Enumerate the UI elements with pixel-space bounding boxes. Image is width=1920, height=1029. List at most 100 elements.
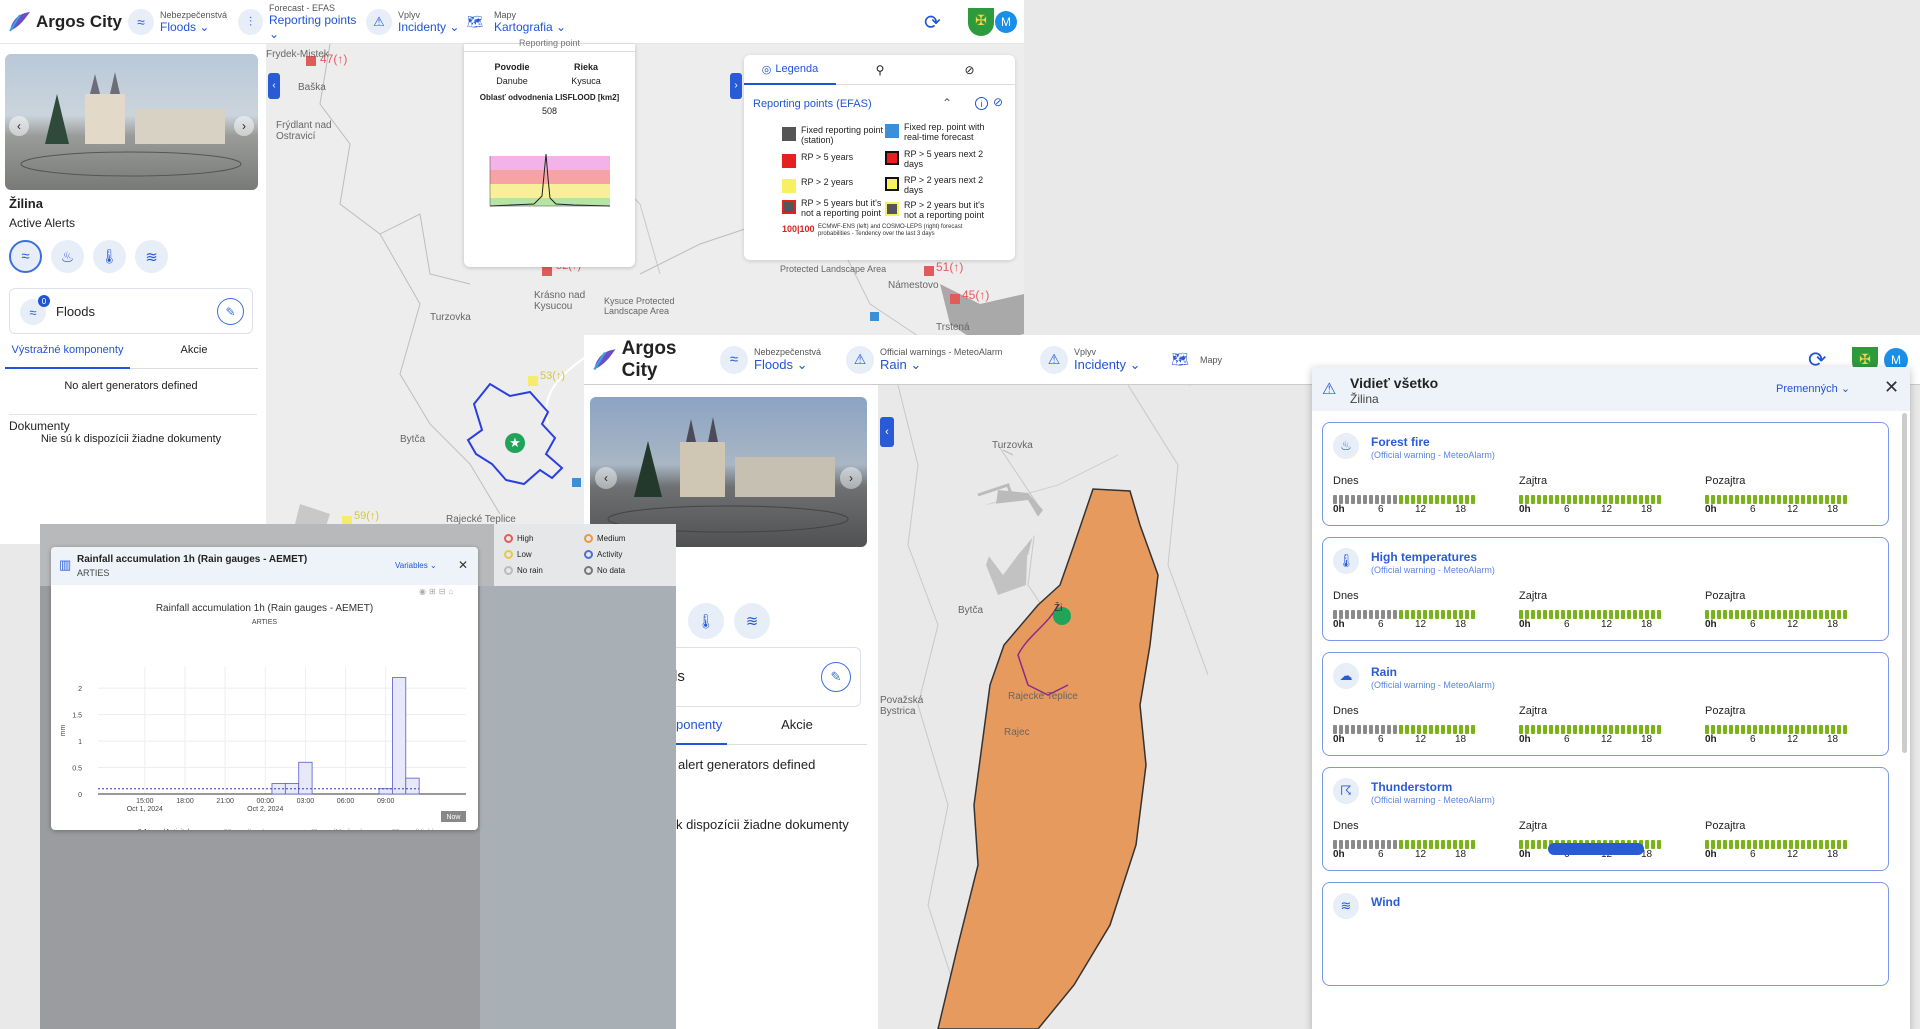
timeline-segment xyxy=(1549,495,1553,504)
rain-bar[interactable] xyxy=(405,777,420,795)
x-tick-sublabel: Oct 1, 2024 xyxy=(127,806,163,813)
hide-layer-icon[interactable]: ⊘ xyxy=(993,95,1003,109)
timeline-segment xyxy=(1801,495,1805,504)
map-marker-blue[interactable] xyxy=(870,312,879,321)
timeline-segment xyxy=(1429,725,1433,734)
tab-legend[interactable]: ◎ Legenda xyxy=(744,55,836,85)
nav-warnings-2[interactable]: ⚠ Official warnings - MeteoAlarm Rain ⌄ xyxy=(846,345,1040,374)
hour-tick: 6 xyxy=(1750,504,1756,515)
variables-dropdown[interactable]: Variables ⌄ xyxy=(395,561,437,570)
nav-floods-1[interactable]: ≈ Nebezpečenstvá Floods ⌄ xyxy=(128,8,238,35)
chevron-up-icon[interactable]: ⌃ xyxy=(942,96,952,110)
timeline-segment xyxy=(1393,840,1397,849)
tab-navigate[interactable]: ⊘ xyxy=(924,55,1015,85)
timeline-segment xyxy=(1615,495,1619,504)
nav-val: Reporting points ⌄ xyxy=(269,13,366,41)
rain-bar[interactable] xyxy=(391,677,407,795)
warning-card[interactable]: 🌡 High temperatures (Official warning - Me… xyxy=(1322,537,1889,641)
y-tick-label: 1 xyxy=(78,739,82,746)
camera-icon[interactable]: ◉ xyxy=(419,587,429,596)
next-photo-button[interactable]: › xyxy=(840,467,862,489)
sidebar-collapse-button-2[interactable]: ‹ xyxy=(880,417,894,447)
alert-wind-button[interactable]: ≋ xyxy=(734,603,770,639)
tab-actions[interactable]: Akcie xyxy=(130,344,258,369)
timeline-segment xyxy=(1351,840,1355,849)
nav-floods-2[interactable]: ≈ Nebezpečenstvá Floods ⌄ xyxy=(720,345,846,374)
zoom-in-icon[interactable]: ⊞ xyxy=(429,587,439,596)
prev-photo-button[interactable]: ‹ xyxy=(9,116,29,136)
alert-flood-button[interactable]: ≈ xyxy=(9,240,42,273)
legend-swatch xyxy=(782,200,796,214)
timeline-segment xyxy=(1567,725,1571,734)
map-label-trstena: Trstená xyxy=(936,322,970,333)
map-marker-blue-2[interactable] xyxy=(572,478,581,487)
nav-maps-2[interactable]: 🗺 Mapy xyxy=(1166,345,1276,374)
variables-dropdown[interactable]: Premenných ⌄ xyxy=(1776,382,1850,395)
tab-components[interactable]: Výstražné komponenty xyxy=(5,344,130,369)
timeline-segment xyxy=(1729,840,1733,849)
tab-actions-2[interactable]: Akcie xyxy=(727,717,867,745)
hour-tick: 0h xyxy=(1519,619,1531,630)
timeline-segment xyxy=(1471,610,1475,619)
tab-search[interactable]: ⚲ xyxy=(836,55,924,85)
nav-incidents-1[interactable]: ⚠ Vplyv Incidenty ⌄ xyxy=(366,8,462,35)
app-logo-1[interactable]: Argos City xyxy=(6,9,124,35)
rain-legend-item: Activity xyxy=(584,550,622,559)
legend-icon: ◎ xyxy=(761,63,772,76)
rain-bar[interactable] xyxy=(378,788,393,795)
close-icon[interactable]: ✕ xyxy=(458,558,468,572)
nav-maps-1[interactable]: 🗺 Mapy Kartografia ⌄ xyxy=(462,8,572,35)
timeline-segment xyxy=(1819,840,1823,849)
incident-icon: ⚠ xyxy=(1040,345,1068,374)
rain-chart[interactable]: Rainfall accumulation 1h (Rain gauges - … xyxy=(51,597,478,830)
panel-button-partial[interactable] xyxy=(1548,843,1644,855)
close-icon[interactable]: ✕ xyxy=(1884,377,1899,398)
hour-tick: 18 xyxy=(1455,734,1467,745)
rain-legend-dot xyxy=(584,566,593,575)
warning-card[interactable]: ☈ Thunderstorm (Official warning - MeteoAl… xyxy=(1322,767,1889,871)
info-icon[interactable]: i xyxy=(975,97,988,110)
warning-card[interactable]: ♨ Forest fire (Official warning - MeteoAla… xyxy=(1322,422,1889,526)
home-icon[interactable]: ⌂ xyxy=(448,587,456,596)
avatar[interactable]: M xyxy=(995,11,1017,33)
hour-tick: 12 xyxy=(1787,504,1799,515)
hour-tick: 0h xyxy=(1333,734,1345,745)
threshold-legend-label: ≥ 20 mm (Low) xyxy=(218,829,265,830)
hydrograph-thumbnail[interactable] xyxy=(484,148,618,220)
alert-temperature-button[interactable]: 🌡 xyxy=(688,603,724,639)
warning-card[interactable]: ☁ Rain (Official warning - MeteoAlarm) Dnes… xyxy=(1322,652,1889,756)
zoom-out-icon[interactable]: ⊟ xyxy=(439,587,449,596)
timeline-segment xyxy=(1747,725,1751,734)
alert-fire-button[interactable]: ♨ xyxy=(51,240,84,273)
app-logo-2[interactable]: Argos City xyxy=(590,338,710,382)
edit-button[interactable]: ✎ xyxy=(217,298,244,325)
city-star-marker[interactable]: ★ xyxy=(505,433,525,453)
legend-section-title[interactable]: Reporting points (EFAS) xyxy=(753,98,872,110)
timeline-segment xyxy=(1825,610,1829,619)
warnings-panel: ⚠ Vidieť všetko Žilina Premenných ⌄ ✕ ♨ F… xyxy=(1312,367,1910,1029)
timeline-segment xyxy=(1585,725,1589,734)
marker-label-6: 59(↑) xyxy=(354,510,380,522)
warnings-header: ⚠ Vidieť všetko Žilina Premenných ⌄ ✕ xyxy=(1312,367,1910,411)
timeline-segment xyxy=(1531,725,1535,734)
map-marker-3[interactable] xyxy=(950,294,960,304)
map-marker-2[interactable] xyxy=(924,266,934,276)
sidebar-collapse-button[interactable]: ‹ xyxy=(268,73,280,99)
timeline-segment xyxy=(1453,840,1457,849)
floods-card[interactable]: ≈ 0 Floods ✎ xyxy=(9,288,253,334)
prev-photo-button[interactable]: ‹ xyxy=(595,467,617,489)
alert-temperature-button[interactable]: 🌡 xyxy=(93,240,126,273)
timeline-segment xyxy=(1435,725,1439,734)
nav-reporting-1[interactable]: ⫶ Forecast - EFAS Reporting points ⌄ xyxy=(238,3,366,41)
legend-expand-button[interactable]: › xyxy=(730,73,742,99)
nav-incidents-2[interactable]: ⚠ Vplyv Incidenty ⌄ xyxy=(1040,345,1166,374)
refresh-button[interactable]: ⟳ xyxy=(924,10,941,35)
rain-bar[interactable] xyxy=(298,761,313,795)
warning-card[interactable]: ≋ Wind xyxy=(1322,882,1889,986)
next-photo-button[interactable]: › xyxy=(234,116,254,136)
map-marker-4[interactable] xyxy=(542,266,552,276)
alert-wind-button[interactable]: ≋ xyxy=(135,240,168,273)
edit-button[interactable]: ✎ xyxy=(821,662,851,692)
panel-scrollbar[interactable] xyxy=(1902,413,1907,753)
map-marker-5[interactable] xyxy=(528,376,538,386)
